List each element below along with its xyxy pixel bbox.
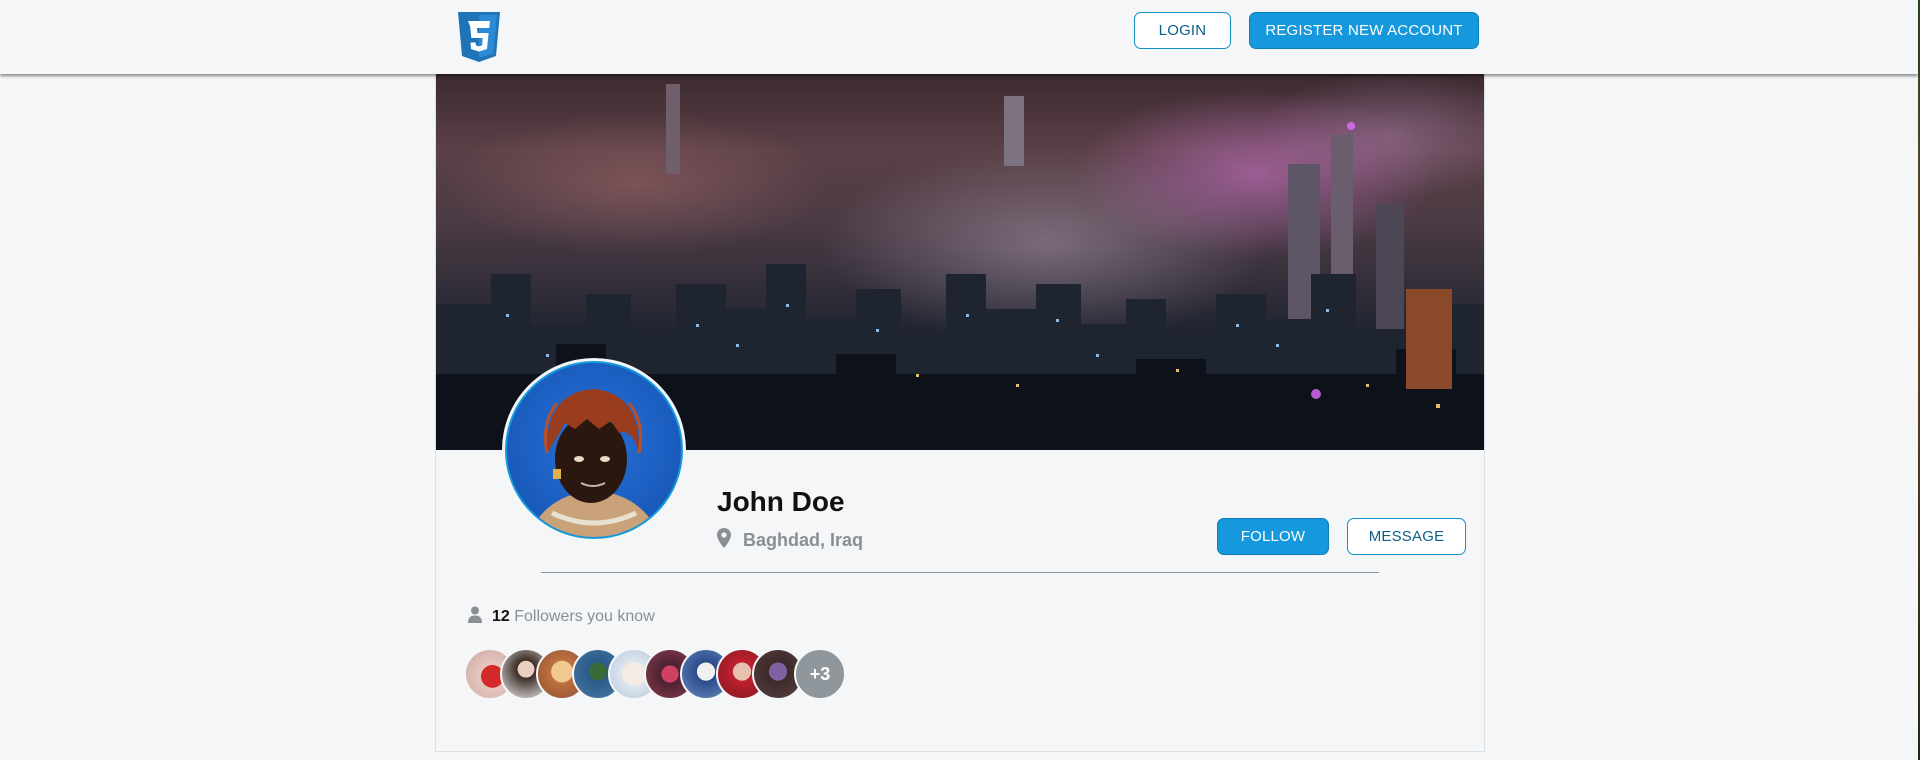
avatar-image bbox=[505, 361, 683, 539]
section-divider bbox=[541, 572, 1379, 573]
followers-label: Followers you know bbox=[514, 608, 655, 625]
profile-name: John Doe bbox=[717, 486, 845, 517]
followers-count: 12 bbox=[492, 608, 510, 625]
login-button[interactable]: LOGIN bbox=[1134, 12, 1231, 49]
follow-button[interactable]: FOLLOW bbox=[1217, 518, 1329, 555]
map-pin-icon bbox=[717, 528, 731, 553]
more-followers-badge[interactable]: +3 bbox=[794, 648, 846, 700]
followers-you-know: 12 Followers you know bbox=[468, 606, 655, 628]
top-navbar: LOGIN REGISTER NEW ACCOUNT bbox=[0, 0, 1918, 74]
location-text: Baghdad, Iraq bbox=[743, 530, 864, 550]
profile-location: Baghdad, Iraq bbox=[717, 528, 863, 553]
message-button[interactable]: MESSAGE bbox=[1347, 518, 1466, 555]
user-icon bbox=[468, 606, 482, 628]
css3-logo-icon[interactable] bbox=[456, 12, 502, 62]
profile-card: John Doe Baghdad, Iraq FOLLOW MESSAGE 12… bbox=[435, 74, 1485, 752]
register-button[interactable]: REGISTER NEW ACCOUNT bbox=[1249, 12, 1479, 49]
profile-avatar[interactable] bbox=[502, 358, 686, 542]
